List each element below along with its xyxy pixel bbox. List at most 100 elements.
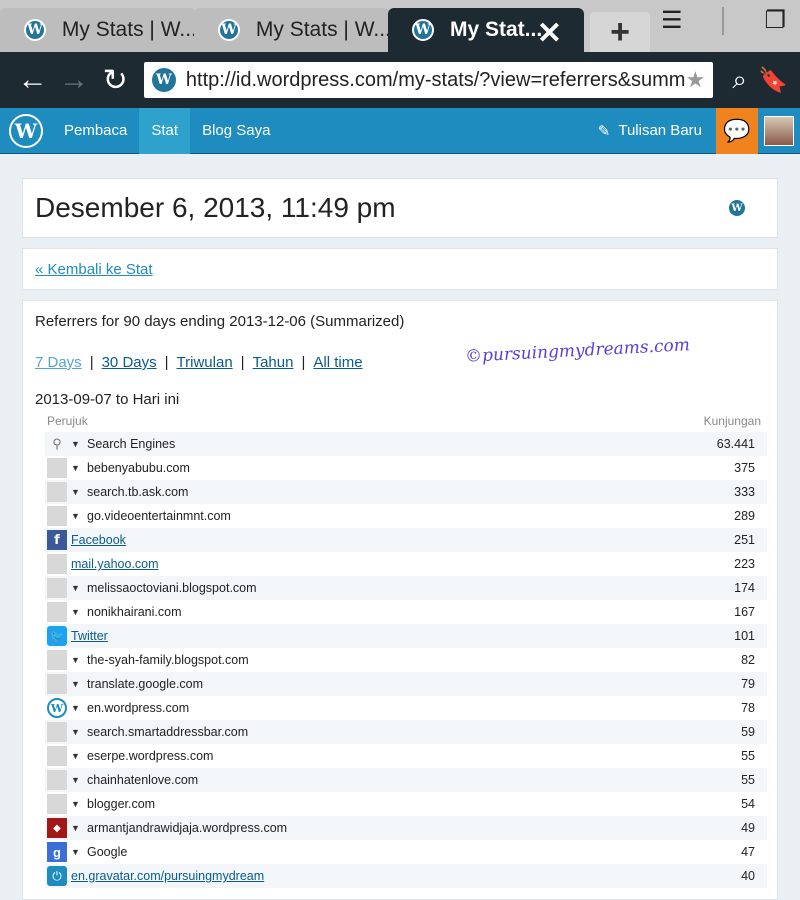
chevron-down-icon[interactable]: ▼ bbox=[71, 463, 83, 473]
table-row[interactable]: ▼ translate.google.com 79 bbox=[45, 672, 767, 696]
visit-count: 251 bbox=[734, 533, 755, 547]
table-header: Perujuk Kunjungan bbox=[45, 414, 767, 432]
chevron-down-icon[interactable]: ▼ bbox=[71, 655, 83, 665]
new-post-button[interactable]: ✎ Tulisan Baru bbox=[584, 122, 716, 140]
table-row[interactable]: ▼ melissaoctoviani.blogspot.com 174 bbox=[45, 576, 767, 600]
avatar[interactable] bbox=[758, 108, 800, 154]
tab-title: My Stats | W... bbox=[61, 18, 196, 41]
table-row[interactable]: ▼ search.smartaddressbar.com 59 bbox=[45, 720, 767, 744]
chevron-down-icon[interactable]: ▼ bbox=[71, 823, 83, 833]
star-icon[interactable]: ★ bbox=[685, 67, 705, 93]
table-row[interactable]: ◆ ▼ armantjandrawidjaja.wordpress.com 49 bbox=[45, 816, 767, 840]
referrer-link[interactable]: mail.yahoo.com bbox=[71, 557, 675, 571]
table-row[interactable]: ▼ eserpe.wordpress.com 55 bbox=[45, 744, 767, 768]
forward-arrow-icon[interactable]: → bbox=[53, 63, 94, 97]
facebook-icon: f bbox=[47, 530, 67, 550]
chevron-down-icon[interactable]: ▼ bbox=[71, 727, 83, 737]
table-row[interactable]: mail.yahoo.com 223 bbox=[45, 552, 767, 576]
visit-count: 375 bbox=[734, 461, 755, 475]
chevron-down-icon[interactable]: ▼ bbox=[71, 583, 83, 593]
period-quarter[interactable]: Triwulan bbox=[177, 354, 233, 371]
back-arrow-icon[interactable]: ← bbox=[12, 63, 53, 97]
search-icon[interactable]: ⌕ bbox=[721, 64, 758, 96]
visit-count: 289 bbox=[734, 509, 755, 523]
column-visits: Kunjungan bbox=[703, 414, 761, 428]
table-row[interactable]: ▼ go.videoentertainmnt.com 289 bbox=[45, 504, 767, 528]
period-all-time[interactable]: All time bbox=[313, 354, 362, 371]
menu-icon[interactable]: ☰ bbox=[661, 6, 683, 35]
visit-count: 47 bbox=[741, 845, 755, 859]
table-row[interactable]: W ▼ en.wordpress.com 78 bbox=[45, 696, 767, 720]
blank-icon bbox=[47, 482, 67, 502]
table-row[interactable]: ▼ chainhatenlove.com 55 bbox=[45, 768, 767, 792]
table-row[interactable]: g ▼ Google 47 bbox=[45, 840, 767, 864]
url-text[interactable]: http://id.wordpress.com/my-stats/?view=r… bbox=[186, 69, 686, 92]
referrer-link[interactable]: Twitter bbox=[71, 629, 675, 643]
address-field[interactable]: W http://id.wordpress.com/my-stats/?view… bbox=[143, 62, 714, 98]
visit-count: 167 bbox=[734, 605, 755, 619]
blank-icon bbox=[47, 722, 67, 742]
nav-my-blog[interactable]: Blog Saya bbox=[190, 108, 282, 154]
chevron-down-icon[interactable]: ▼ bbox=[71, 511, 83, 521]
referrer-link[interactable]: en.gravatar.com/pursuingmydream bbox=[71, 869, 675, 883]
table-row[interactable]: ▼ the-syah-family.blogspot.com 82 bbox=[45, 648, 767, 672]
visit-count: 79 bbox=[741, 677, 755, 691]
chevron-down-icon[interactable]: ▼ bbox=[71, 751, 83, 761]
visit-count: 63.441 bbox=[716, 437, 755, 451]
period-7-days[interactable]: 7 Days bbox=[35, 354, 82, 371]
referrer-name: bebenyabubu.com bbox=[87, 461, 190, 475]
table-row[interactable]: f Facebook 251 bbox=[45, 528, 767, 552]
nav-stats[interactable]: Stat bbox=[139, 107, 191, 154]
chevron-down-icon[interactable]: ▼ bbox=[71, 775, 83, 785]
notifications-icon[interactable]: 💬 bbox=[716, 107, 758, 154]
bookmarks-icon[interactable]: 🔖 bbox=[758, 66, 788, 95]
nav-reader[interactable]: Pembaca bbox=[52, 108, 139, 154]
blank-icon bbox=[47, 554, 67, 574]
url-bar: ← → ↻ W http://id.wordpress.com/my-stats… bbox=[0, 52, 800, 108]
referrer-name: translate.google.com bbox=[87, 677, 204, 691]
reload-icon[interactable]: ↻ bbox=[95, 63, 136, 98]
browser-tab[interactable]: W My Stats | W... bbox=[0, 8, 196, 52]
table-row[interactable]: ⚲ ▼ Search Engines 63.441 bbox=[45, 432, 767, 456]
back-card: « Kembali ke Stat bbox=[22, 248, 778, 290]
blank-icon bbox=[47, 794, 67, 814]
visit-count: 101 bbox=[734, 629, 755, 643]
referrer-name: go.videoentertainmnt.com bbox=[87, 509, 231, 523]
blank-icon bbox=[47, 458, 67, 478]
close-tab-icon[interactable]: ✕ bbox=[537, 16, 562, 51]
blank-icon bbox=[47, 770, 67, 790]
table-row[interactable]: ▼ bebenyabubu.com 375 bbox=[45, 456, 767, 480]
table-row[interactable]: ⏻ en.gravatar.com/pursuingmydream 40 bbox=[45, 864, 767, 888]
switch-tabs-icon[interactable]: ❐ bbox=[764, 6, 786, 35]
table-row[interactable]: 🐦 Twitter 101 bbox=[45, 624, 767, 648]
referrer-name: Google bbox=[87, 845, 128, 859]
gravatar-icon: ⏻ bbox=[47, 866, 67, 886]
table-row[interactable]: ▼ blogger.com 54 bbox=[45, 792, 767, 816]
wordpress-logo-icon[interactable]: W bbox=[0, 108, 52, 154]
chevron-down-icon[interactable]: ▼ bbox=[71, 703, 83, 713]
admin-nav: Pembaca Stat Blog Saya bbox=[52, 107, 282, 154]
new-tab-button[interactable]: + bbox=[590, 12, 650, 52]
blank-icon bbox=[47, 650, 67, 670]
visit-count: 49 bbox=[741, 821, 755, 835]
chevron-down-icon[interactable]: ▼ bbox=[71, 607, 83, 617]
period-30-days[interactable]: 30 Days bbox=[102, 354, 157, 371]
back-to-stats-link[interactable]: « Kembali ke Stat bbox=[35, 261, 153, 278]
table-row[interactable]: ▼ nonikhairani.com 167 bbox=[45, 600, 767, 624]
table-row[interactable]: ▼ search.tb.ask.com 333 bbox=[45, 480, 767, 504]
browser-tab-active[interactable]: W My Stat... ✕ bbox=[388, 8, 584, 52]
armant-icon: ◆ bbox=[47, 818, 67, 838]
referrer-link[interactable]: Facebook bbox=[71, 533, 675, 547]
chevron-down-icon[interactable]: ▼ bbox=[71, 487, 83, 497]
blank-icon bbox=[47, 506, 67, 526]
period-year[interactable]: Tahun bbox=[253, 354, 294, 371]
browser-tab[interactable]: W My Stats | W... bbox=[194, 8, 390, 52]
twitter-icon: 🐦 bbox=[47, 626, 67, 646]
chevron-down-icon[interactable]: ▼ bbox=[71, 679, 83, 689]
tab-title: My Stats | W... bbox=[255, 18, 390, 41]
referrer-name: chainhatenlove.com bbox=[87, 773, 199, 787]
referrer-name: search.tb.ask.com bbox=[87, 485, 189, 499]
chevron-down-icon[interactable]: ▼ bbox=[71, 799, 83, 809]
chevron-down-icon[interactable]: ▼ bbox=[71, 847, 83, 857]
chevron-down-icon[interactable]: ▼ bbox=[71, 439, 83, 449]
